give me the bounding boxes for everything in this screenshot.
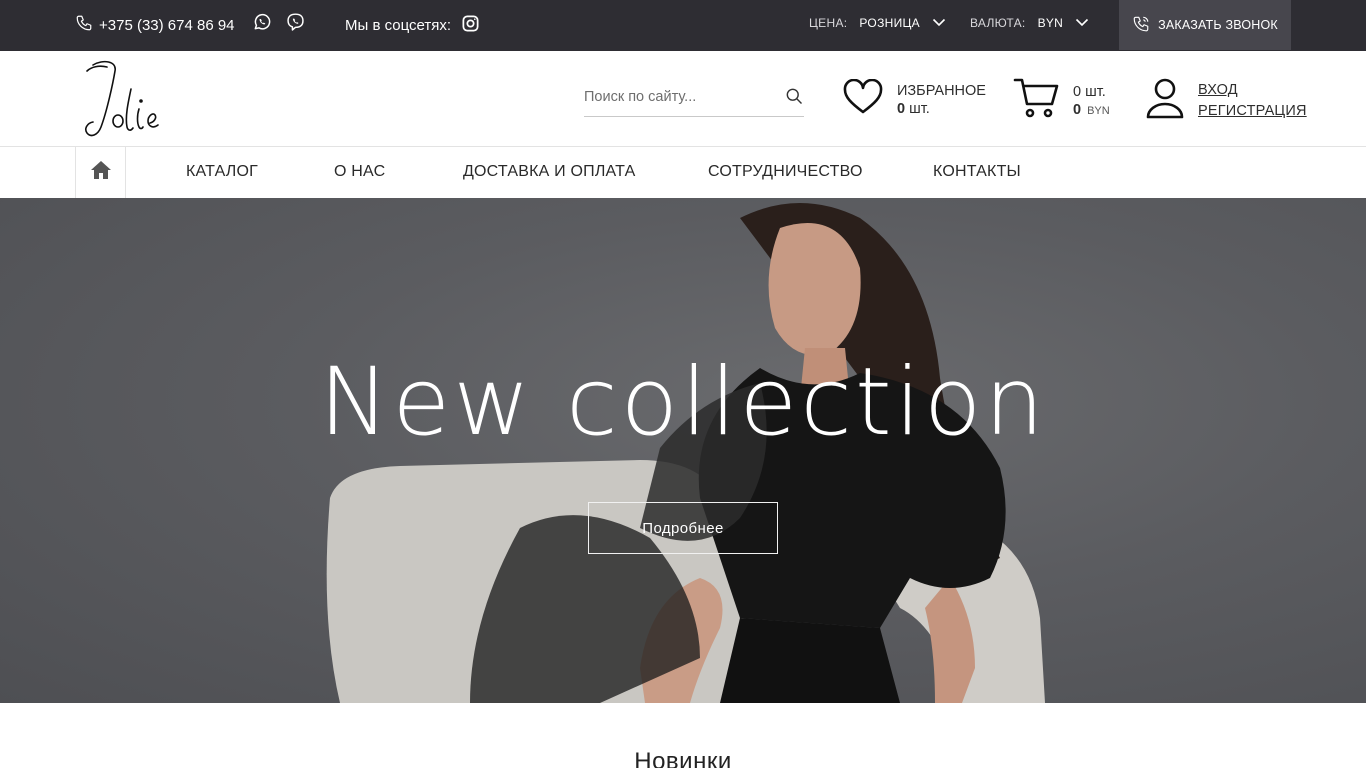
login-link[interactable]: ВХОД	[1198, 82, 1307, 98]
cart-count: 0 шт.	[1073, 83, 1106, 100]
favorites-link[interactable]: ИЗБРАННОЕ 0 шт.	[843, 78, 986, 120]
cart-total-line: 0 BYN	[1073, 102, 1110, 118]
search-box	[584, 85, 804, 117]
phone-link[interactable]: +375 (33) 674 86 94	[75, 14, 235, 36]
favorites-count-line: 0 шт.	[897, 101, 986, 117]
top-bar: +375 (33) 674 86 94 Мы в соцсетях: ЦЕНА:…	[0, 0, 1366, 51]
phone-number[interactable]: +375 (33) 674 86 94	[99, 17, 235, 34]
nav-item-catalog[interactable]: КАТАЛОГ	[186, 163, 258, 181]
price-type-label: ЦЕНА:	[809, 16, 848, 30]
instagram-icon[interactable]	[461, 14, 480, 37]
favorites-label[interactable]: ИЗБРАННОЕ	[897, 83, 986, 99]
nav-item-delivery[interactable]: ДОСТАВКА И ОПЛАТА	[463, 163, 635, 181]
callback-button[interactable]: ЗАКАЗАТЬ ЗВОНОК	[1119, 0, 1291, 50]
user-icon[interactable]	[1146, 77, 1184, 124]
main-nav: КАТАЛОГ О НАС ДОСТАВКА И ОПЛАТА СОТРУДНИ…	[0, 146, 1366, 199]
social-label: Мы в соцсетях:	[345, 17, 452, 34]
nav-item-about[interactable]: О НАС	[334, 163, 385, 181]
cart-currency: BYN	[1087, 104, 1110, 117]
home-icon[interactable]	[90, 160, 112, 185]
phone-call-icon	[1132, 15, 1150, 36]
social-links: Мы в соцсетях:	[345, 14, 480, 37]
phone-icon	[75, 14, 93, 36]
currency-select[interactable]: ВАЛЮТА: BYN	[970, 16, 1089, 30]
hero-title: New collection	[319, 348, 1047, 457]
nav-item-contacts[interactable]: КОНТАКТЫ	[933, 163, 1021, 181]
cart-icon[interactable]	[1013, 77, 1059, 124]
price-type-value[interactable]: РОЗНИЦА	[859, 16, 920, 30]
site-header: ИЗБРАННОЕ 0шт. 0 шт. 0BYN ВХОД РЕГИСТРАЦ…	[0, 51, 1366, 146]
hero-more-button[interactable]: Подробнее	[588, 502, 778, 554]
register-link[interactable]: РЕГИСТРАЦИЯ	[1198, 103, 1307, 119]
currency-label: ВАЛЮТА:	[970, 16, 1026, 30]
logo[interactable]	[73, 59, 165, 144]
favorites-count: 0	[897, 100, 906, 117]
hero-banner: New collection Подробнее	[0, 198, 1366, 703]
callback-label[interactable]: ЗАКАЗАТЬ ЗВОНОК	[1158, 18, 1278, 32]
chevron-down-icon[interactable]	[1075, 16, 1089, 30]
nav-item-cooperation[interactable]: СОТРУДНИЧЕСТВО	[708, 163, 863, 181]
viber-icon[interactable]	[285, 12, 306, 33]
favorites-unit: шт.	[909, 100, 930, 117]
account-area: ВХОД РЕГИСТРАЦИЯ	[1146, 77, 1307, 124]
currency-value[interactable]: BYN	[1038, 16, 1064, 30]
chevron-down-icon[interactable]	[932, 16, 946, 30]
cart-link[interactable]: 0 шт. 0 BYN	[1013, 77, 1110, 124]
whatsapp-icon[interactable]	[252, 12, 272, 32]
price-type-select[interactable]: ЦЕНА: РОЗНИЦА	[809, 16, 946, 30]
heart-icon[interactable]	[843, 78, 883, 120]
home-button[interactable]	[75, 146, 126, 199]
cart-total: 0	[1073, 101, 1082, 118]
search-icon[interactable]	[784, 86, 804, 111]
new-items-title: Новинки	[634, 748, 732, 768]
search-input[interactable]	[584, 85, 774, 109]
